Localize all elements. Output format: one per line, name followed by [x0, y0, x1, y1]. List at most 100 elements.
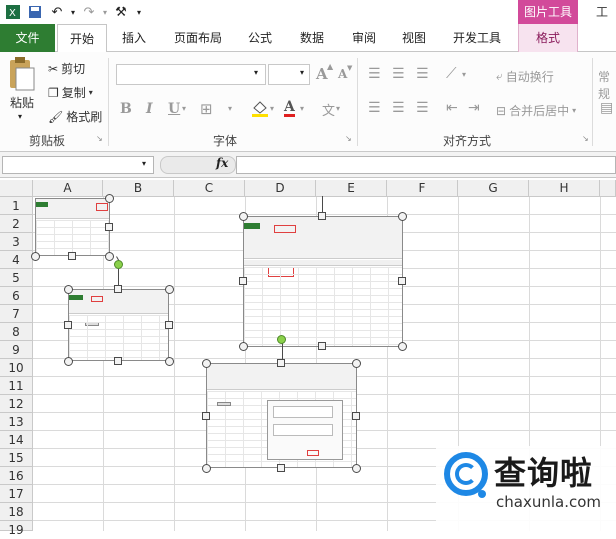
- resize-handle[interactable]: [398, 277, 406, 285]
- alignment-launcher-icon[interactable]: ↘: [582, 134, 589, 143]
- format-painter-button[interactable]: 🖌 格式刷: [48, 108, 102, 125]
- column-header[interactable]: A: [33, 180, 103, 197]
- phonetic-dropdown-icon[interactable]: ▾: [336, 104, 340, 113]
- resize-handle[interactable]: [277, 359, 285, 367]
- tab-view[interactable]: 视图: [394, 24, 434, 52]
- screenshot-picture[interactable]: [206, 363, 357, 468]
- currency-icon[interactable]: ▤: [600, 100, 613, 116]
- row-header[interactable]: 19: [0, 521, 33, 537]
- screenshot-picture[interactable]: [243, 216, 403, 347]
- resize-handle[interactable]: [64, 285, 73, 294]
- tab-insert[interactable]: 插入: [112, 24, 156, 52]
- resize-handle[interactable]: [202, 464, 211, 473]
- resize-handle[interactable]: [31, 252, 40, 261]
- shrink-font-button[interactable]: A: [338, 67, 347, 81]
- row-header[interactable]: 8: [0, 323, 33, 341]
- resize-handle[interactable]: [64, 321, 72, 329]
- cut-button[interactable]: ✂ 剪切: [48, 60, 85, 77]
- paste-dropdown-icon[interactable]: ▾: [18, 112, 22, 121]
- row-header[interactable]: 6: [0, 287, 33, 305]
- text-orientation-icon[interactable]: ⟋: [446, 64, 457, 82]
- resize-handle[interactable]: [239, 277, 247, 285]
- row-header[interactable]: 16: [0, 467, 33, 485]
- borders-dropdown-icon[interactable]: ▾: [228, 104, 232, 113]
- resize-handle[interactable]: [165, 285, 174, 294]
- tab-page-layout[interactable]: 页面布局: [165, 24, 231, 52]
- row-header[interactable]: 18: [0, 503, 33, 521]
- column-header[interactable]: D: [245, 180, 316, 197]
- wrap-text-button[interactable]: ⤶ 自动换行: [496, 68, 554, 85]
- resize-handle[interactable]: [105, 223, 113, 231]
- column-header[interactable]: G: [458, 180, 529, 197]
- resize-handle[interactable]: [105, 194, 114, 203]
- resize-handle[interactable]: [68, 252, 76, 260]
- merge-dropdown-icon[interactable]: ▾: [572, 106, 576, 115]
- font-size-dropdown-icon[interactable]: ▾: [300, 68, 304, 77]
- align-right-icon[interactable]: ☰: [416, 100, 429, 116]
- align-left-icon[interactable]: ☰: [368, 100, 381, 116]
- customize-qat-icon[interactable]: ▾: [130, 3, 148, 21]
- resize-handle[interactable]: [352, 359, 361, 368]
- borders-icon[interactable]: ⊞: [200, 100, 213, 118]
- tab-format[interactable]: 格式: [518, 24, 578, 52]
- clipboard-launcher-icon[interactable]: ↘: [96, 134, 103, 143]
- resize-handle[interactable]: [318, 342, 326, 350]
- align-center-icon[interactable]: ☰: [392, 100, 405, 116]
- column-header[interactable]: F: [387, 180, 458, 197]
- decrease-indent-icon[interactable]: ⇤: [446, 100, 458, 116]
- align-bottom-icon[interactable]: ☰: [416, 66, 429, 82]
- screenshot-picture[interactable]: [68, 289, 169, 361]
- tab-developer[interactable]: 开发工具: [444, 24, 510, 52]
- row-header[interactable]: 13: [0, 413, 33, 431]
- fill-color-dropdown-icon[interactable]: ▾: [270, 104, 274, 113]
- fill-color-icon[interactable]: [250, 98, 270, 118]
- row-header[interactable]: 3: [0, 233, 33, 251]
- underline-dropdown-icon[interactable]: ▾: [182, 104, 186, 113]
- row-header[interactable]: 1: [0, 197, 33, 215]
- row-header[interactable]: 15: [0, 449, 33, 467]
- copy-button[interactable]: ❐ 复制 ▾: [48, 84, 93, 101]
- tab-review[interactable]: 审阅: [342, 24, 386, 52]
- increase-indent-icon[interactable]: ⇥: [468, 100, 480, 116]
- copy-dropdown-icon[interactable]: ▾: [89, 88, 93, 97]
- number-format-combo[interactable]: 常规: [598, 68, 616, 102]
- resize-handle[interactable]: [105, 252, 114, 261]
- resize-handle[interactable]: [277, 464, 285, 472]
- font-color-button[interactable]: A: [284, 100, 295, 117]
- font-launcher-icon[interactable]: ↘: [345, 134, 352, 143]
- row-header[interactable]: 2: [0, 215, 33, 233]
- row-header[interactable]: 7: [0, 305, 33, 323]
- font-name-combo[interactable]: [116, 64, 266, 85]
- row-header[interactable]: 11: [0, 377, 33, 395]
- row-header[interactable]: 9: [0, 341, 33, 359]
- resize-handle[interactable]: [114, 357, 122, 365]
- row-header[interactable]: 14: [0, 431, 33, 449]
- select-all-corner[interactable]: [0, 180, 33, 197]
- row-header[interactable]: 17: [0, 485, 33, 503]
- resize-handle[interactable]: [114, 285, 122, 293]
- column-header[interactable]: C: [174, 180, 245, 197]
- underline-button[interactable]: U: [168, 101, 180, 117]
- resize-handle[interactable]: [318, 212, 326, 220]
- resize-handle[interactable]: [202, 359, 211, 368]
- tab-data[interactable]: 数据: [290, 24, 334, 52]
- tab-file[interactable]: 文件: [0, 24, 55, 52]
- align-top-icon[interactable]: ☰: [368, 66, 381, 82]
- merge-center-button[interactable]: ⊟ 合并后居中 ▾: [496, 102, 576, 119]
- resize-handle[interactable]: [398, 212, 407, 221]
- resize-handle[interactable]: [64, 357, 73, 366]
- formula-input[interactable]: [236, 156, 616, 174]
- resize-handle[interactable]: [239, 342, 248, 351]
- bold-button[interactable]: B: [120, 101, 132, 117]
- save-icon[interactable]: [26, 3, 44, 21]
- tab-formulas[interactable]: 公式: [240, 24, 280, 52]
- name-box[interactable]: [2, 156, 154, 174]
- row-header[interactable]: 5: [0, 269, 33, 287]
- column-header[interactable]: H: [529, 180, 600, 197]
- resize-handle[interactable]: [239, 212, 248, 221]
- phonetic-button[interactable]: 文: [322, 100, 335, 119]
- paste-button[interactable]: 粘贴: [10, 94, 34, 111]
- screenshot-picture[interactable]: [35, 198, 110, 256]
- column-header[interactable]: B: [103, 180, 174, 197]
- row-header[interactable]: 10: [0, 359, 33, 377]
